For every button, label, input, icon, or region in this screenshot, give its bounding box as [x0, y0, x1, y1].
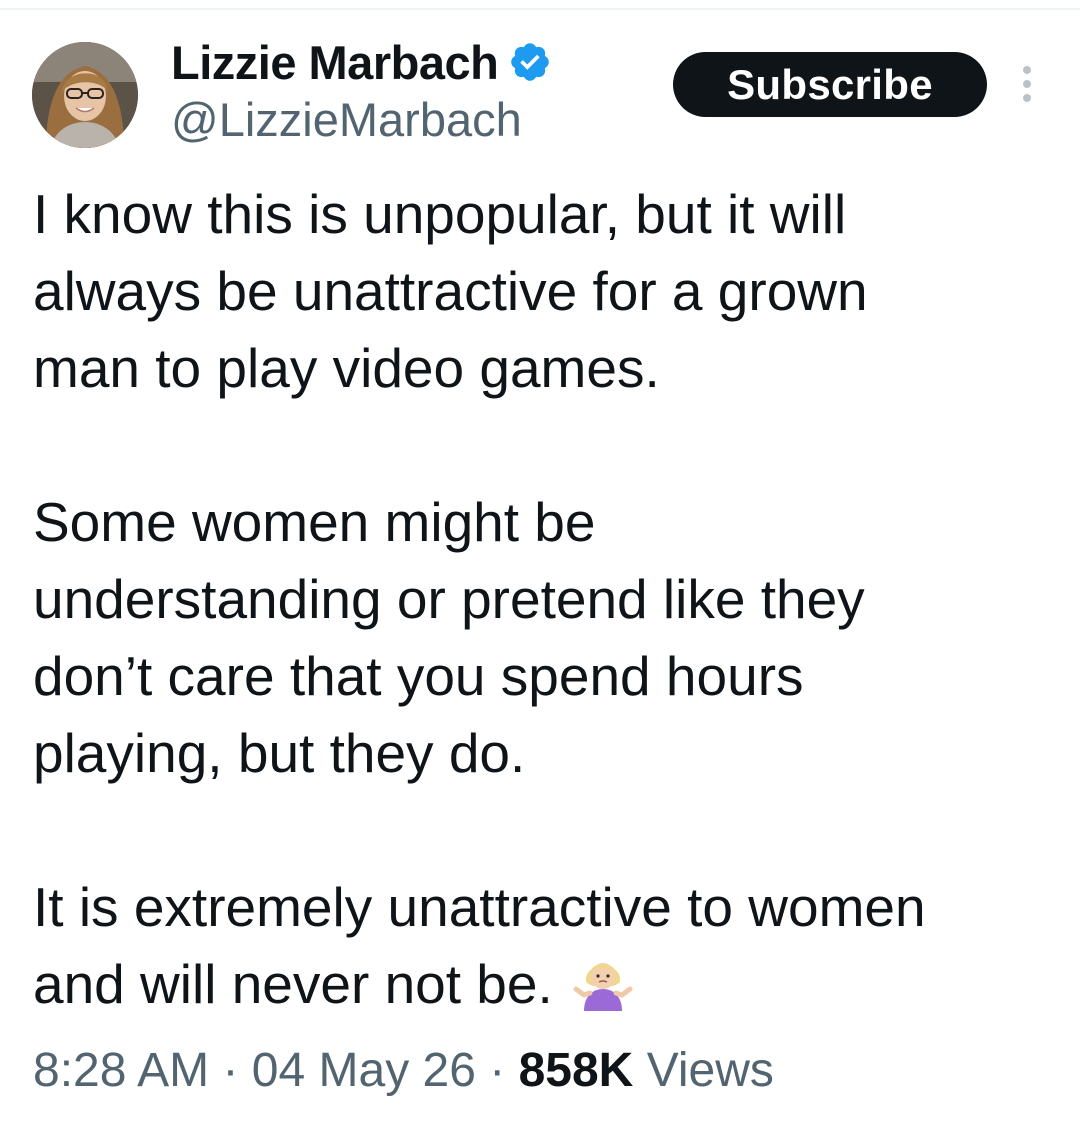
- tweet-line: man to play video games.: [33, 337, 660, 399]
- tweet-line: Some women might be: [33, 491, 596, 553]
- meta-separator: ·: [222, 1044, 239, 1097]
- verified-badge-icon: [508, 40, 552, 84]
- tweet-paragraph: I know this is unpopular, but it will al…: [33, 176, 1053, 407]
- tweet-line: don’t care that you spend hours: [33, 645, 804, 707]
- woman-shrugging-emoji-icon: [572, 949, 634, 1011]
- tweet-line: always be unattractive for a grown: [33, 260, 868, 322]
- tweet-line-text: and will never not be.: [33, 953, 553, 1015]
- tweet-date[interactable]: 04 May 26: [252, 1044, 476, 1097]
- more-vertical-icon[interactable]: [1012, 62, 1042, 106]
- tweet-line-with-emoji: and will never not be.: [33, 946, 1053, 1023]
- meta-separator: ·: [489, 1044, 506, 1097]
- tweet-text: I know this is unpopular, but it will al…: [33, 176, 1053, 1023]
- author-handle[interactable]: @LizzieMarbach: [171, 92, 522, 147]
- tweet-line: playing, but they do.: [33, 722, 526, 784]
- tweet-paragraph: It is extremely unattractive to women an…: [33, 869, 1053, 1023]
- tweet-view: Lizzie Marbach @LizzieMarbach Subscribe …: [0, 0, 1080, 1129]
- views-count: 858K: [518, 1044, 634, 1097]
- tweet-meta: 8:28 AM · 04 May 26 · 858K Views: [33, 1043, 774, 1098]
- tweet-time[interactable]: 8:28 AM: [33, 1044, 209, 1097]
- avatar-photo: [32, 42, 138, 148]
- subscribe-button[interactable]: Subscribe: [673, 52, 987, 117]
- avatar[interactable]: [32, 42, 138, 148]
- tweet-line: understanding or pretend like they: [33, 568, 865, 630]
- tweet-line: It is extremely unattractive to women: [33, 876, 926, 938]
- author-display-name[interactable]: Lizzie Marbach: [171, 35, 499, 90]
- top-divider: [0, 8, 1080, 10]
- tweet-paragraph: Some women might be understanding or pre…: [33, 484, 1053, 792]
- views-label: Views: [646, 1044, 774, 1097]
- tweet-line: I know this is unpopular, but it will: [33, 183, 847, 245]
- author-name-row: Lizzie Marbach: [171, 30, 552, 94]
